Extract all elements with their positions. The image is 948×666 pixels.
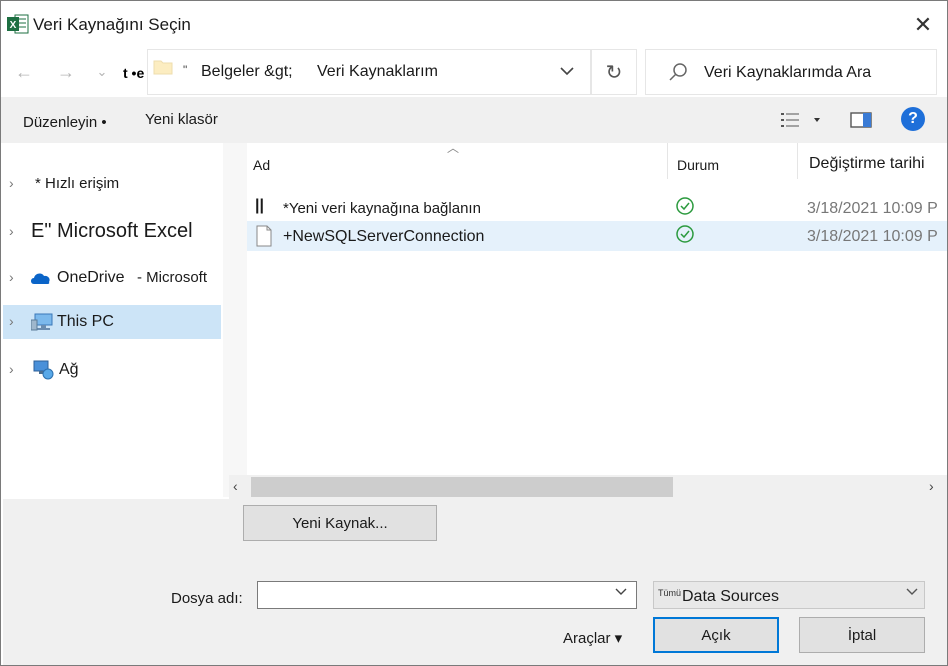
file-list: ︿ Ad Durum Değiştirme tarihi || *Yeni ve… — [247, 143, 947, 475]
status-synced-icon — [676, 225, 694, 243]
breadcrumb-veri-kaynaklarim[interactable]: Veri Kaynaklarım — [317, 63, 438, 81]
sort-ascending-icon: ︿ — [447, 143, 460, 155]
recent-locations-button[interactable]: ⌄ — [89, 59, 115, 85]
close-icon: ✕ — [913, 12, 933, 37]
table-row[interactable]: || *Yeni veri kaynağına bağlanın 3/18/20… — [247, 193, 947, 223]
forward-button[interactable]: → — [53, 59, 79, 85]
network-icon — [33, 360, 54, 380]
table-row[interactable]: +NewSQLServerConnection 3/18/2021 10:09 … — [247, 221, 947, 251]
file-type-filter-select[interactable]: Tümü Data Sources — [653, 581, 925, 609]
title-bar: X Veri Kaynağını Seçin ✕ — [1, 1, 947, 49]
tools-menu-button[interactable]: Araçlar ▾ — [563, 629, 622, 647]
sidebar-item-onedrive[interactable]: › OneDrive - Microsoft — [3, 261, 221, 295]
new-source-button[interactable]: Yeni Kaynak... — [243, 505, 437, 541]
chevron-right-icon[interactable]: › — [9, 361, 14, 377]
view-options-icon[interactable] — [779, 109, 823, 131]
connection-wizard-icon: || — [255, 197, 264, 214]
column-header-status[interactable]: Durum — [677, 157, 719, 193]
address-prefix: t •e — [123, 65, 145, 81]
file-name-input[interactable] — [257, 581, 637, 609]
scrollbar-thumb[interactable] — [251, 477, 673, 497]
sidebar-item-label: E" Microsoft Excel — [31, 220, 193, 242]
column-divider[interactable] — [667, 143, 668, 179]
open-button[interactable]: Açık — [653, 617, 779, 653]
chevron-down-icon[interactable] — [615, 587, 627, 597]
filter-prefix: Tümü — [658, 588, 682, 598]
file-name: *Yeni veri kaynağına bağlanın — [283, 200, 481, 217]
pane-divider[interactable] — [223, 143, 247, 497]
chevron-right-icon[interactable]: › — [9, 175, 14, 191]
computer-icon — [31, 313, 53, 331]
chevron-right-icon[interactable]: › — [9, 269, 14, 285]
scroll-right-icon[interactable]: › — [929, 478, 934, 494]
sidebar-item-this-pc[interactable]: › This PC — [3, 305, 221, 339]
status-synced-icon — [676, 197, 694, 215]
chevron-down-icon — [906, 588, 918, 595]
sidebar-item-label: Ağ — [59, 361, 79, 378]
file-dialog-window: X Veri Kaynağını Seçin ✕ ← → ⌄ t •e " Be… — [0, 0, 948, 666]
horizontal-scrollbar[interactable]: ‹ › — [229, 475, 947, 499]
chevron-down-icon — [560, 67, 574, 76]
column-header-name[interactable]: Ad — [253, 157, 270, 193]
chevron-right-icon[interactable]: › — [9, 223, 14, 239]
cloud-icon — [31, 273, 50, 284]
chevron-down-icon: ⌄ — [96, 64, 108, 79]
dialog-footer: Yeni Kaynak... Dosya adı: Tümü Data Sour… — [3, 499, 947, 665]
help-icon: ? — [908, 110, 918, 127]
sidebar-item-label: This PC — [57, 313, 114, 330]
file-name-label: Dosya adı: — [171, 590, 243, 607]
sidebar-item-sublabel: - Microsoft — [137, 269, 208, 286]
chevron-right-icon[interactable]: › — [9, 313, 14, 329]
navigation-bar: ← → ⌄ t •e " Belgeler &gt; Veri Kaynakla… — [1, 49, 947, 95]
window-title: Veri Kaynağını Seçin — [33, 15, 191, 34]
file-name: +NewSQLServerConnection — [283, 228, 485, 245]
breadcrumb-belgeler[interactable]: Belgeler &gt; — [201, 63, 293, 81]
scroll-left-icon[interactable]: ‹ — [233, 478, 238, 494]
file-date: 3/18/2021 10:09 P — [807, 200, 938, 217]
preview-pane-icon[interactable] — [849, 109, 873, 131]
search-box[interactable]: Veri Kaynaklarımda Ara — [645, 49, 937, 95]
navigation-pane: › * Hızlı erişim › E" Microsoft Excel › … — [3, 143, 223, 497]
column-header-date-modified[interactable]: Değiştirme tarihi — [809, 155, 925, 191]
organize-menu-button[interactable]: Düzenleyin • — [23, 114, 107, 131]
sidebar-item-label: * Hızlı erişim — [35, 175, 120, 192]
search-icon — [669, 63, 687, 81]
address-dropdown-button[interactable] — [557, 61, 577, 81]
column-divider[interactable] — [797, 143, 798, 179]
file-icon — [256, 225, 272, 247]
new-folder-button[interactable]: Yeni klasör — [145, 111, 218, 128]
sidebar-item-network[interactable]: › Ağ — [3, 353, 221, 387]
back-button[interactable]: ← — [11, 59, 37, 85]
svg-text:X: X — [10, 20, 17, 31]
search-input[interactable]: Veri Kaynaklarımda Ara — [704, 64, 871, 82]
cancel-button[interactable]: İptal — [799, 617, 925, 653]
refresh-button[interactable]: ↻ — [591, 49, 637, 95]
toolbar: Düzenleyin • Yeni klasör ? — [1, 97, 947, 143]
filter-value: Data Sources — [682, 588, 779, 605]
sidebar-item-quick-access[interactable]: › * Hızlı erişim — [3, 167, 221, 201]
arrow-left-icon: ← — [15, 61, 33, 82]
help-button[interactable]: ? — [901, 107, 925, 131]
sidebar-item-microsoft-excel[interactable]: › E" Microsoft Excel — [3, 215, 221, 249]
address-separator: " — [183, 63, 188, 77]
excel-icon: X — [7, 14, 29, 34]
arrow-right-icon: → — [57, 61, 75, 82]
file-date: 3/18/2021 10:09 P — [807, 228, 938, 245]
folder-icon — [153, 59, 173, 75]
sidebar-item-label: OneDrive — [57, 269, 125, 286]
refresh-icon: ↻ — [605, 61, 623, 84]
close-button[interactable]: ✕ — [907, 9, 939, 41]
